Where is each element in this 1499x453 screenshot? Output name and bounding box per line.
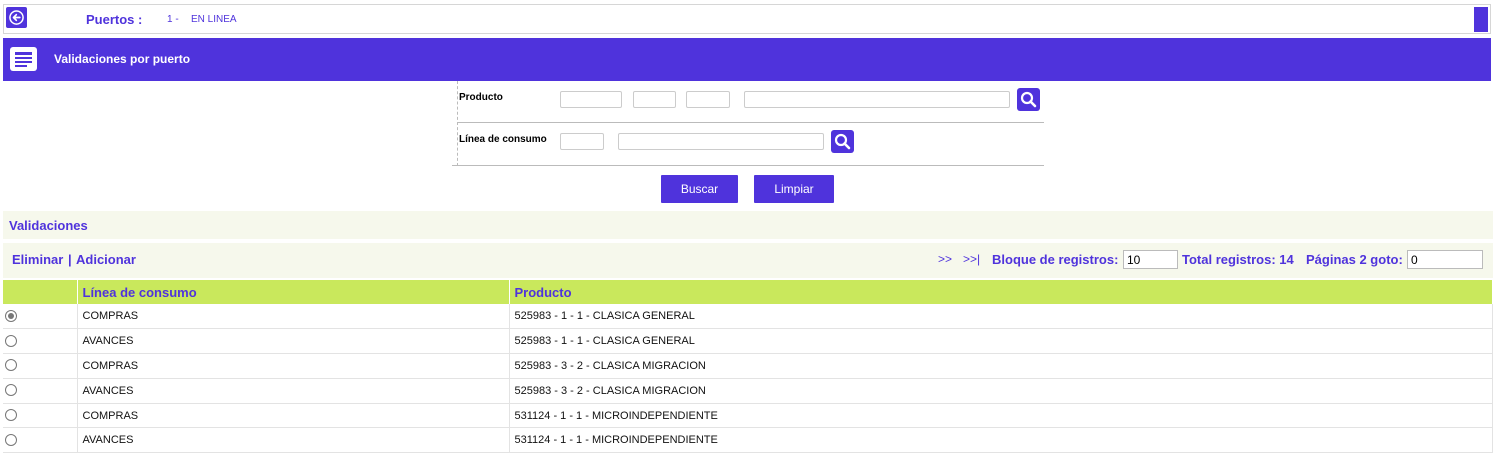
filter-divider — [457, 122, 1044, 123]
cell-linea: COMPRAS — [77, 403, 510, 429]
arrow-left-icon — [9, 10, 24, 25]
cell-producto: 525983 - 3 - 2 - CLASICA MIGRACION — [509, 378, 1493, 404]
bloque-input[interactable] — [1123, 250, 1178, 269]
validaciones-panel-header: Validaciones — [3, 211, 1493, 239]
row-select-radio[interactable] — [5, 309, 17, 322]
cell-producto: 525983 - 3 - 2 - CLASICA MIGRACION — [509, 353, 1493, 379]
row-select-radio[interactable] — [5, 384, 17, 397]
last-page-link[interactable]: >>| — [963, 252, 980, 266]
section-header: Validaciones por puerto — [3, 38, 1491, 81]
bloque-label: Bloque de registros: — [992, 252, 1119, 267]
buscar-button[interactable]: Buscar — [661, 175, 738, 203]
cell-producto: 531124 - 1 - 1 - MICROINDEPENDIENTE — [509, 427, 1493, 453]
producto-field-3[interactable] — [686, 91, 730, 108]
limpiar-button[interactable]: Limpiar — [754, 175, 834, 203]
table-row[interactable]: AVANCES 525983 - 1 - 1 - CLASICA GENERAL — [3, 328, 1493, 355]
paginas-label: Páginas 2 goto: — [1306, 252, 1403, 267]
table-row[interactable]: AVANCES 531124 - 1 - 1 - MICROINDEPENDIE… — [3, 427, 1493, 453]
cell-linea: COMPRAS — [77, 304, 510, 330]
cell-linea: AVANCES — [77, 328, 510, 355]
column-header-linea: Línea de consumo — [77, 280, 510, 304]
producto-search-button[interactable] — [1017, 88, 1040, 111]
producto-label: Producto — [459, 92, 503, 103]
port-status: EN LINEA — [191, 14, 237, 25]
filter-divider — [452, 165, 1044, 166]
cell-linea: COMPRAS — [77, 353, 510, 379]
top-bar: Puertos : 1 - EN LINEA — [3, 4, 1491, 34]
row-select-radio[interactable] — [5, 409, 17, 422]
grid-toolbar: Eliminar | Adicionar >> >>| Bloque de re… — [3, 243, 1493, 278]
next-page-link[interactable]: >> — [938, 252, 952, 266]
filter-divider-vertical — [457, 81, 458, 166]
producto-field-1[interactable] — [560, 91, 622, 108]
cell-producto: 525983 - 1 - 1 - CLASICA GENERAL — [509, 328, 1493, 355]
eliminar-link[interactable]: Eliminar — [12, 252, 63, 267]
topbar-right-handle[interactable] — [1474, 7, 1488, 32]
linea-code-field[interactable] — [560, 133, 604, 150]
row-select-radio[interactable] — [5, 359, 17, 372]
table-row[interactable]: COMPRAS 525983 - 1 - 1 - CLASICA GENERAL — [3, 304, 1493, 330]
table-header-row: Línea de consumo Producto — [3, 280, 1493, 304]
validaciones-title: Validaciones — [9, 218, 88, 233]
producto-field-2[interactable] — [633, 91, 676, 108]
linea-label: Línea de consumo — [459, 134, 547, 145]
column-header-producto: Producto — [509, 280, 1493, 304]
linea-search-button[interactable] — [831, 130, 854, 153]
table-row[interactable]: COMPRAS 525983 - 3 - 2 - CLASICA MIGRACI… — [3, 353, 1493, 379]
validaciones-table: Línea de consumo Producto COMPRAS 525983… — [3, 280, 1493, 453]
table-row[interactable]: AVANCES 525983 - 3 - 2 - CLASICA MIGRACI… — [3, 378, 1493, 404]
row-select-radio[interactable] — [5, 433, 17, 446]
row-select-radio[interactable] — [5, 334, 17, 347]
cell-linea: AVANCES — [77, 427, 510, 453]
filter-form: Producto Línea de consumo — [452, 81, 1044, 166]
column-header-select — [3, 280, 78, 304]
linea-description-field[interactable] — [618, 133, 824, 150]
ports-label: Puertos : — [86, 12, 143, 27]
magnifier-icon — [834, 133, 851, 150]
goto-input[interactable] — [1407, 250, 1483, 269]
cell-linea: AVANCES — [77, 378, 510, 404]
total-registros: Total registros: 14 — [1182, 252, 1294, 267]
adicionar-link[interactable]: Adicionar — [76, 252, 136, 267]
producto-description-field[interactable] — [744, 91, 1010, 108]
port-number: 1 - — [167, 14, 179, 25]
magnifier-icon — [1020, 91, 1037, 108]
cell-producto: 531124 - 1 - 1 - MICROINDEPENDIENTE — [509, 403, 1493, 429]
back-button[interactable] — [6, 7, 27, 28]
table-row[interactable]: COMPRAS 531124 - 1 - 1 - MICROINDEPENDIE… — [3, 403, 1493, 429]
page-title: Validaciones por puerto — [54, 52, 191, 66]
list-form-icon — [10, 47, 37, 71]
toolbar-separator: | — [68, 252, 72, 267]
cell-producto: 525983 - 1 - 1 - CLASICA GENERAL — [509, 304, 1493, 330]
